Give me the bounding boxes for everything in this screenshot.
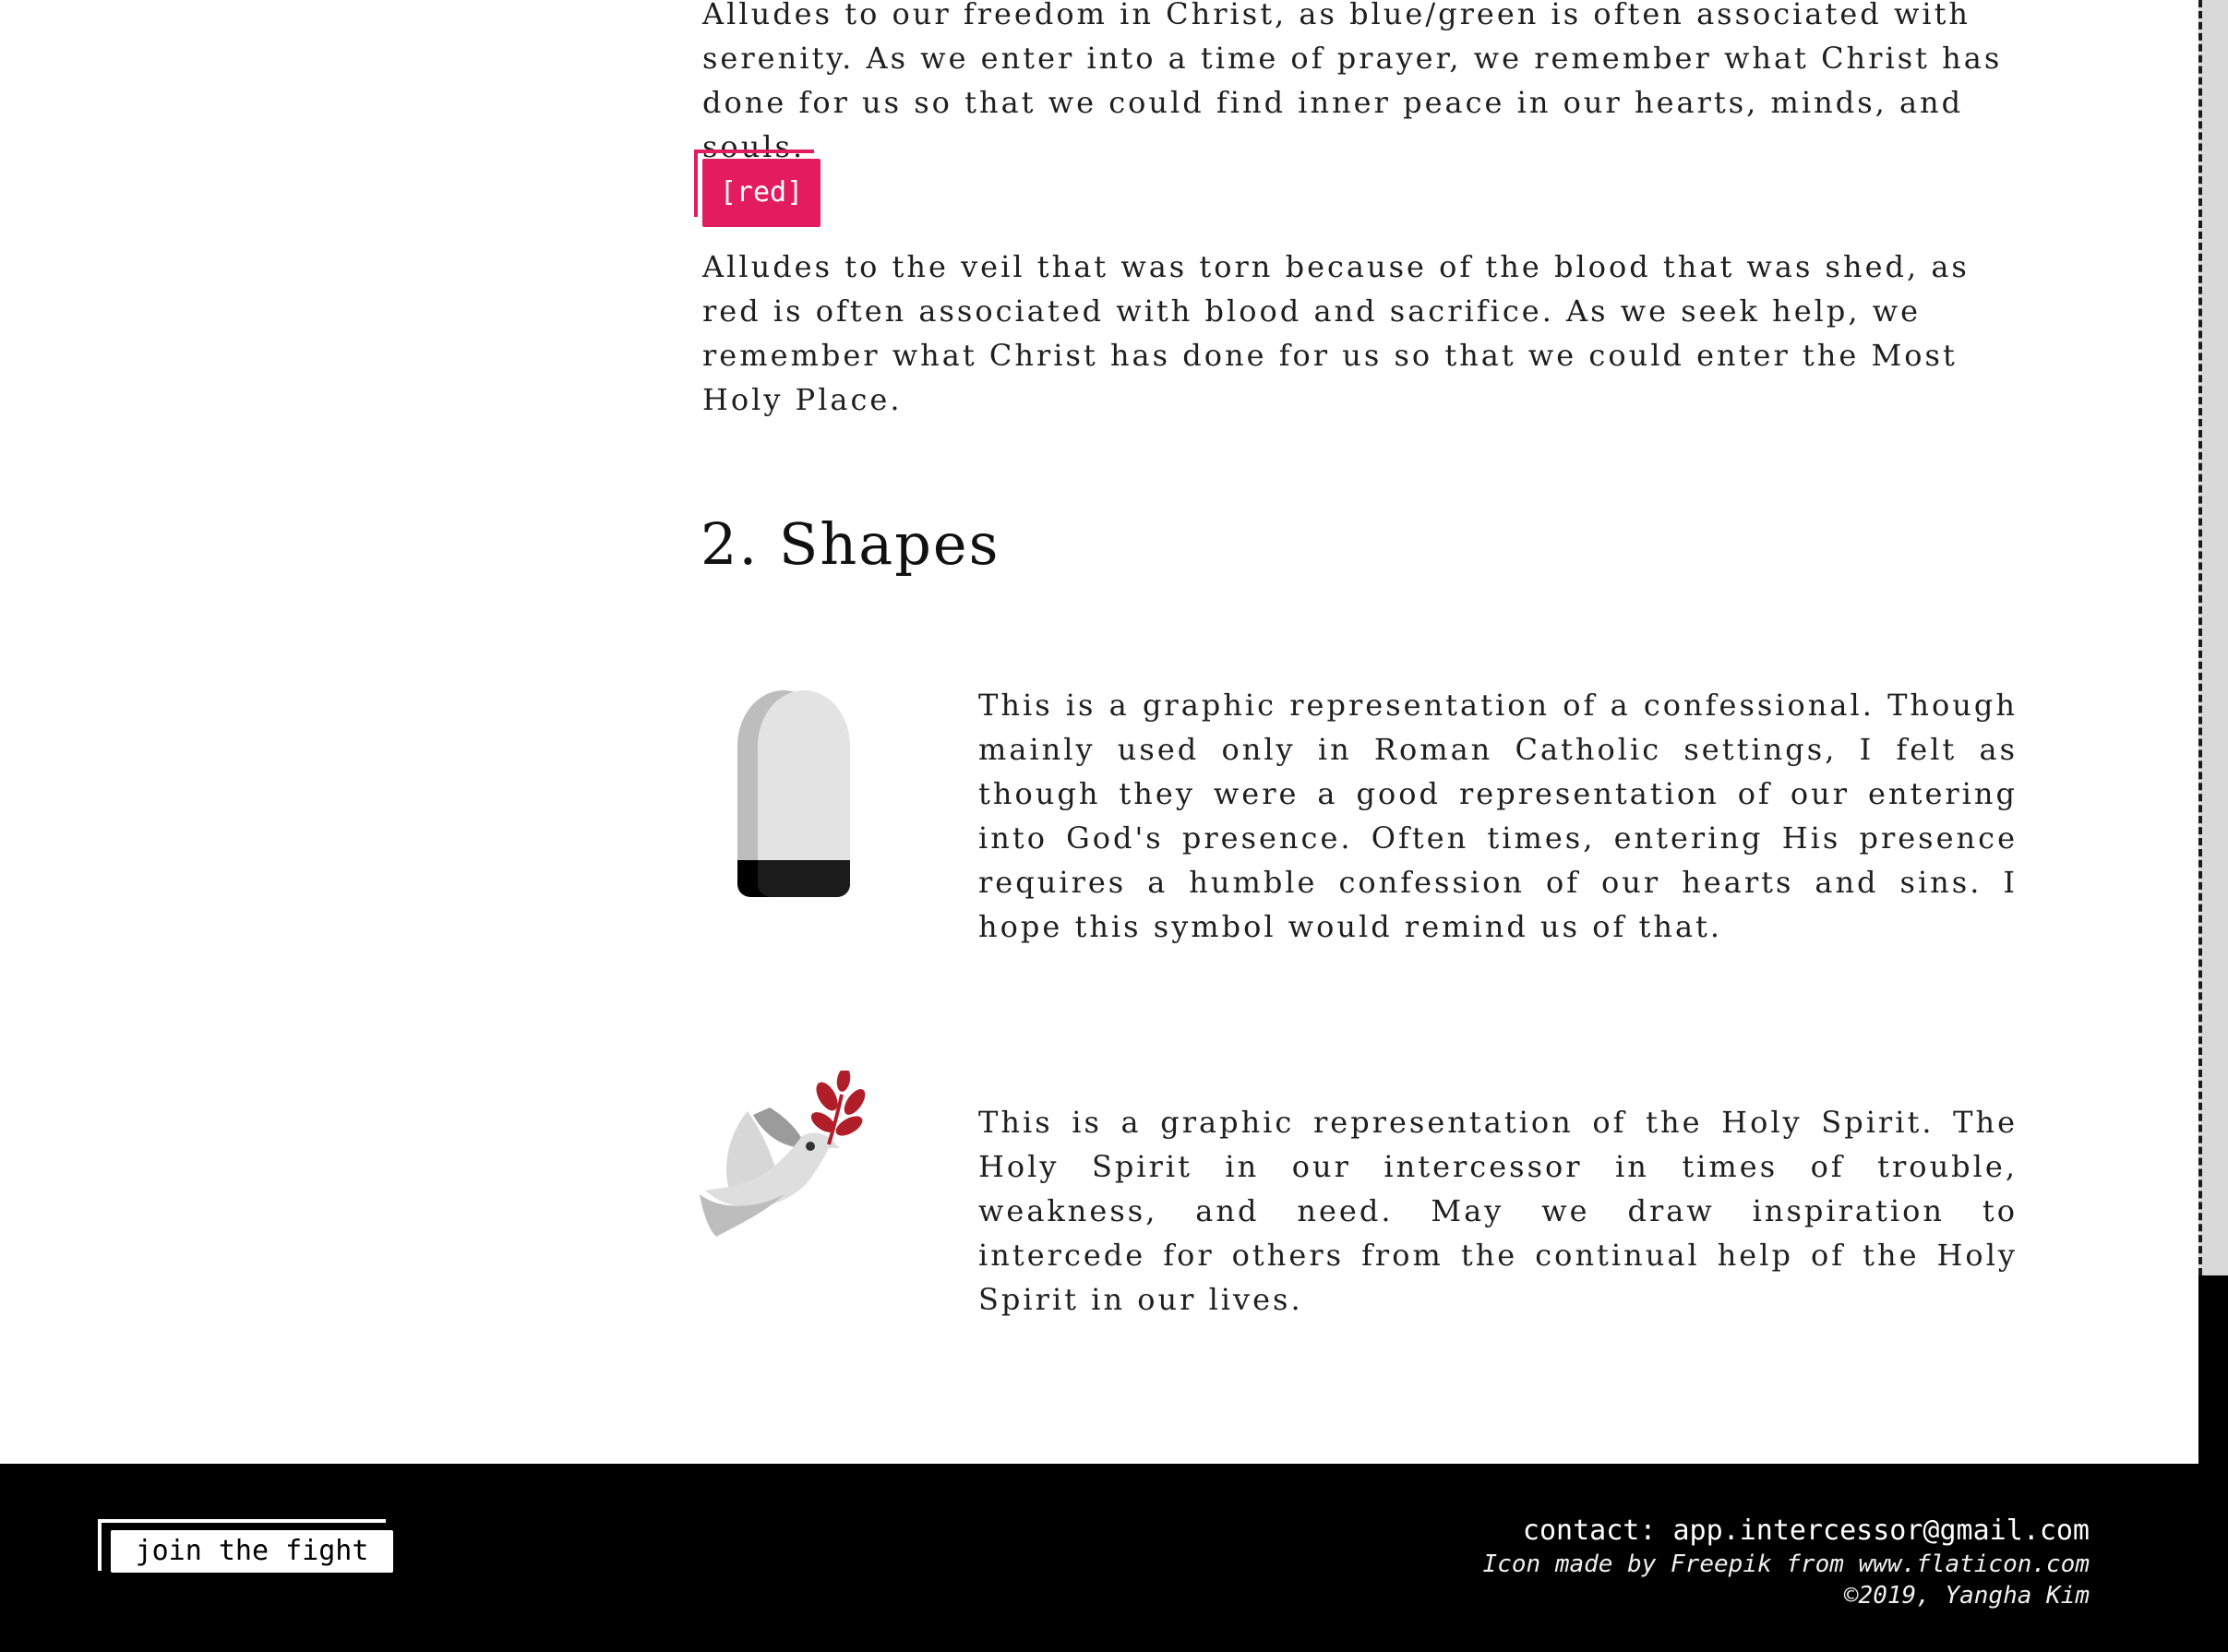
section-title-shapes: 2. Shapes xyxy=(701,510,1000,578)
join-the-fight-button[interactable]: join the fight xyxy=(98,1519,397,1586)
confessional-description: This is a graphic representation of a co… xyxy=(978,688,2018,944)
red-color-badge: [red] xyxy=(694,150,821,227)
join-button-label[interactable]: join the fight xyxy=(111,1530,393,1573)
dove-icon xyxy=(700,1068,869,1240)
red-description: Alludes to the veil that was torn becaus… xyxy=(702,249,1970,417)
scrollbar-thumb[interactable] xyxy=(2198,1275,2228,1464)
main-content: Alludes to our freedom in Christ, as blu… xyxy=(0,0,2198,1464)
contact-email[interactable]: contact: app.intercessor@gmail.com xyxy=(1483,1514,2090,1549)
scrollbar-dashed-edge xyxy=(2198,0,2202,1275)
site-footer: join the fight contact: app.intercessor@… xyxy=(0,1464,2228,1652)
scrollbar-track[interactable] xyxy=(2198,0,2228,1275)
icon-credit: Icon made by Freepik from www.flaticon.c… xyxy=(1482,1550,2090,1578)
footer-info: contact: app.intercessor@gmail.com Icon … xyxy=(1483,1514,2090,1611)
red-badge-label: [red] xyxy=(702,159,821,227)
confessional-icon xyxy=(737,690,850,897)
dove-description: This is a graphic representation of the … xyxy=(978,1105,2018,1317)
blue-green-description: Alludes to our freedom in Christ, as blu… xyxy=(702,0,2003,164)
copyright-notice: ©2019, Yangha Kim xyxy=(1843,1582,2090,1610)
